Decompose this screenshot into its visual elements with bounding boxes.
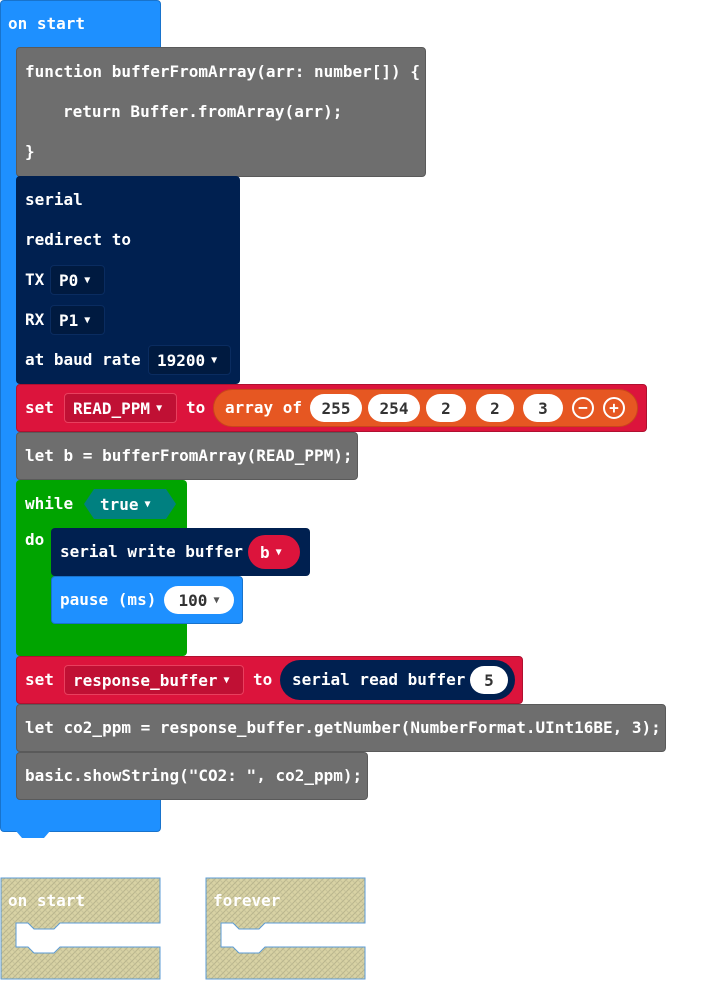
response-buffer-variable: response_buffer xyxy=(73,670,218,690)
function-line-1: function bufferFromArray(arr: number[]) … xyxy=(25,62,420,81)
dropdown-caret-icon: ▼ xyxy=(223,674,230,686)
let-b-code: let b = bufferFromArray(READ_PPM); xyxy=(25,446,353,465)
buffer-variable-dropdown[interactable]: b ▼ xyxy=(248,535,300,569)
dropdown-caret-icon: ▼ xyxy=(213,594,220,606)
array-value-1[interactable]: 255 xyxy=(310,394,362,422)
remove-circle-icon[interactable]: − xyxy=(572,397,594,419)
dropdown-caret-icon: ▼ xyxy=(211,354,218,366)
condition-dropdown[interactable]: true ▼ xyxy=(84,489,176,519)
set-label: set xyxy=(25,398,54,417)
read-ppm-variable: READ_PPM xyxy=(73,398,151,418)
ghost-on-start-label: on start xyxy=(8,891,86,910)
dropdown-caret-icon: ▼ xyxy=(84,274,91,286)
pause-value: 100 xyxy=(178,590,208,610)
rx-pin-dropdown[interactable]: P1 ▼ xyxy=(50,305,105,335)
redirect-label: redirect to xyxy=(25,230,131,249)
add-circle-icon[interactable]: + xyxy=(603,397,625,419)
pause-label: pause (ms) xyxy=(60,590,157,609)
serial-write-buffer-label: serial write buffer xyxy=(60,542,244,561)
dropdown-caret-icon: ▼ xyxy=(144,498,151,510)
dropdown-caret-icon: ▼ xyxy=(275,546,282,558)
bottom-notch xyxy=(16,831,50,838)
dropdown-caret-icon: ▼ xyxy=(156,402,163,414)
baud-rate-dropdown[interactable]: 19200 ▼ xyxy=(148,345,231,375)
serial-read-buffer-label: serial read buffer xyxy=(292,670,466,689)
baud-label: at baud rate xyxy=(25,350,141,369)
dropdown-caret-icon: ▼ xyxy=(84,314,91,326)
tx-pin-value: P0 xyxy=(59,270,79,290)
response-buffer-variable-dropdown[interactable]: response_buffer ▼ xyxy=(64,665,244,695)
condition-value: true xyxy=(100,494,139,514)
rx-label: RX xyxy=(25,310,45,329)
on-start-label: on start xyxy=(8,14,86,33)
set-label: set xyxy=(25,670,54,689)
function-line-2: return Buffer.fromArray(arr); xyxy=(63,102,343,121)
pause-value-dropdown[interactable]: 100 ▼ xyxy=(164,586,234,614)
show-string-code: basic.showString("CO2: ", co2_ppm); xyxy=(25,766,363,785)
baud-rate-value: 19200 xyxy=(157,350,206,370)
array-value-5[interactable]: 3 xyxy=(523,394,563,422)
read-buffer-length[interactable]: 5 xyxy=(470,666,508,694)
buffer-variable: b xyxy=(260,542,270,562)
rx-pin-value: P1 xyxy=(59,310,79,330)
do-label: do xyxy=(25,530,45,549)
serial-label: serial xyxy=(25,190,83,209)
to-label: to xyxy=(253,670,273,689)
array-value-3[interactable]: 2 xyxy=(426,394,466,422)
array-value-4[interactable]: 2 xyxy=(476,394,514,422)
array-value-2[interactable]: 254 xyxy=(368,394,420,422)
read-ppm-variable-dropdown[interactable]: READ_PPM ▼ xyxy=(64,393,177,423)
array-of-label: array of xyxy=(225,398,303,417)
let-co2-code: let co2_ppm = response_buffer.getNumber(… xyxy=(25,718,661,737)
tx-label: TX xyxy=(25,270,45,289)
while-label: while xyxy=(25,494,74,513)
to-label: to xyxy=(186,398,206,417)
ghost-forever-label: forever xyxy=(213,891,281,910)
function-line-3: } xyxy=(25,142,35,161)
tx-pin-dropdown[interactable]: P0 ▼ xyxy=(50,265,105,295)
